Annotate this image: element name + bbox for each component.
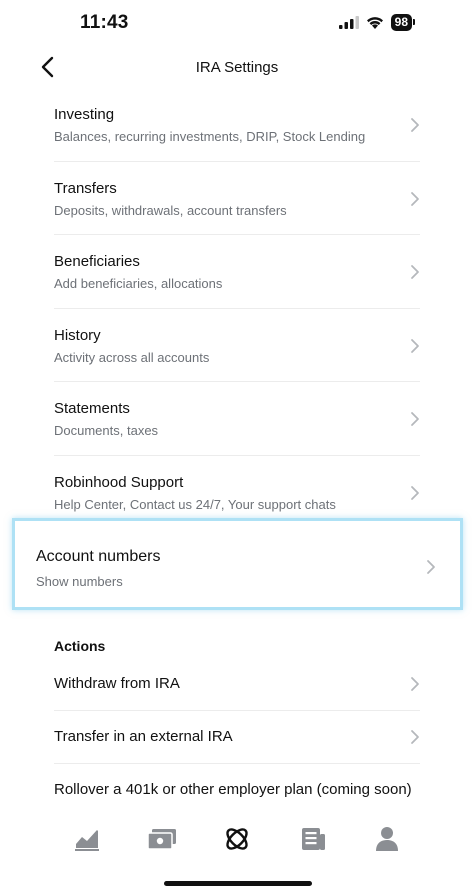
- actions-heading: Actions: [54, 638, 106, 654]
- tab-crypto[interactable]: [222, 824, 252, 854]
- action-label: Rollover a 401k or other employer plan (…: [54, 781, 412, 798]
- tab-news[interactable]: [298, 824, 328, 854]
- nav-header: IRA Settings: [0, 50, 474, 86]
- row-title: Robinhood Support: [54, 473, 184, 491]
- tab-cash[interactable]: [146, 824, 176, 854]
- row-subtitle: Activity across all accounts: [54, 349, 210, 365]
- settings-row-statements[interactable]: Statements Documents, taxes: [54, 382, 420, 456]
- settings-row-investing[interactable]: Investing Balances, recurring investment…: [54, 88, 420, 162]
- row-subtitle: Balances, recurring investments, DRIP, S…: [54, 129, 366, 144]
- action-rollover-401k[interactable]: Rollover a 401k or other employer plan (…: [54, 764, 434, 817]
- chevron-right-icon: [411, 191, 419, 206]
- tab-bar: [0, 818, 474, 862]
- battery-icon: 98: [390, 14, 416, 31]
- account-icon: [376, 827, 398, 851]
- news-icon: [302, 828, 325, 850]
- status-icons: 98: [338, 14, 416, 31]
- row-subtitle: Deposits, withdrawals, account transfers: [54, 202, 287, 218]
- settings-row-transfers[interactable]: Transfers Deposits, withdrawals, account…: [54, 162, 420, 235]
- action-label: Transfer in an external IRA: [54, 728, 233, 745]
- chart-icon: [75, 830, 99, 851]
- status-time: 11:43: [80, 12, 129, 33]
- row-title: Transfers: [54, 179, 117, 197]
- home-indicator: [164, 881, 312, 886]
- chevron-right-icon: [411, 412, 419, 426]
- cash-icon: [147, 829, 176, 850]
- account-numbers-row[interactable]: Account numbers Show numbers: [12, 518, 463, 610]
- action-label: Withdraw from IRA: [54, 675, 180, 692]
- chevron-right-icon: [411, 265, 419, 279]
- chevron-right-icon: [411, 730, 419, 744]
- row-title: History: [54, 326, 101, 344]
- account-numbers-subtitle: Show numbers: [36, 574, 123, 589]
- chevron-right-icon: [411, 338, 419, 353]
- wifi-icon: [366, 17, 383, 29]
- status-bar: 11:43 98: [0, 0, 474, 50]
- row-subtitle: Add beneficiaries, allocations: [54, 276, 223, 291]
- crypto-icon: [226, 828, 248, 850]
- action-transfer-external-ira[interactable]: Transfer in an external IRA: [54, 711, 420, 764]
- signal-icon: [338, 16, 359, 29]
- chevron-right-icon: [411, 118, 419, 132]
- chevron-right-icon: [427, 560, 435, 574]
- chevron-right-icon: [411, 485, 419, 500]
- row-title: Statements: [54, 400, 130, 417]
- tab-account[interactable]: [372, 824, 402, 854]
- account-numbers-title: Account numbers: [36, 548, 161, 565]
- settings-row-history[interactable]: History Activity across all accounts: [54, 309, 420, 382]
- settings-list: Investing Balances, recurring investment…: [0, 88, 474, 529]
- page-title: IRA Settings: [195, 59, 279, 76]
- settings-row-beneficiaries[interactable]: Beneficiaries Add beneficiaries, allocat…: [54, 235, 420, 309]
- row-subtitle: Documents, taxes: [54, 423, 159, 438]
- chevron-right-icon: [411, 677, 419, 691]
- row-subtitle: Help Center, Contact us 24/7, Your suppo…: [54, 496, 336, 512]
- row-title: Beneficiaries: [54, 253, 140, 270]
- tab-investing[interactable]: [72, 824, 102, 854]
- row-title: Investing: [54, 106, 115, 123]
- action-withdraw[interactable]: Withdraw from IRA: [54, 658, 420, 711]
